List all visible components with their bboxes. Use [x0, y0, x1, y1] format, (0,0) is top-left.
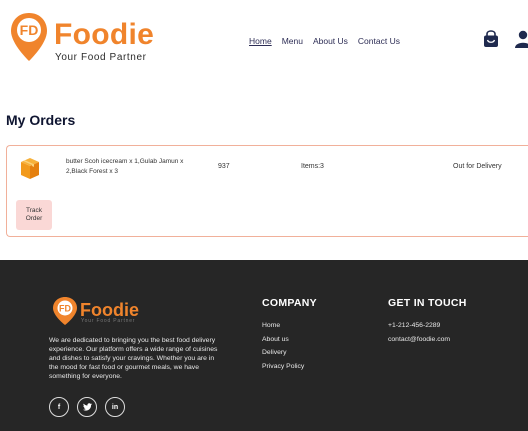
footer-company-links: Home About us Delivery Privacy Policy	[262, 319, 304, 373]
location-pin-logo-icon: FD	[11, 13, 47, 61]
facebook-icon[interactable]: f	[49, 397, 69, 417]
footer-phone[interactable]: +1-212-456-2289	[388, 319, 450, 333]
order-item-count: Items:3	[301, 163, 324, 170]
location-pin-logo-icon: FD	[53, 297, 77, 325]
order-status: Out for Delivery	[453, 163, 502, 170]
brand-logo[interactable]: FD Foodie Your Food Partner	[8, 10, 155, 70]
svg-text:FD: FD	[20, 22, 39, 38]
footer-link-delivery[interactable]: Delivery	[262, 346, 304, 360]
twitter-bird-icon	[82, 403, 92, 411]
site-header: FD Foodie Your Food Partner Home Menu Ab…	[0, 0, 528, 80]
order-items: butter Scoh icecream x 1,Gulab Jamun x 2…	[66, 158, 184, 175]
nav-about-us[interactable]: About Us	[313, 36, 348, 46]
order-total: 937	[218, 163, 230, 170]
footer-link-about-us[interactable]: About us	[262, 333, 304, 347]
footer-link-privacy-policy[interactable]: Privacy Policy	[262, 360, 304, 374]
page-title: My Orders	[6, 112, 76, 128]
brand-name: Foodie	[54, 18, 155, 51]
footer-email[interactable]: contact@foodie.com	[388, 333, 450, 347]
brand-tagline: Your Food Partner	[55, 52, 147, 63]
order-card: butter Scoh icecream x 1,Gulab Jamun x 2…	[6, 145, 528, 237]
footer-contact-info: +1-212-456-2289 contact@foodie.com	[388, 319, 450, 346]
user-icon[interactable]	[515, 30, 528, 48]
package-box-icon	[21, 158, 39, 179]
nav-menu[interactable]: Menu	[282, 36, 303, 46]
footer-link-home[interactable]: Home	[262, 319, 304, 333]
main-nav: Home Menu About Us Contact Us	[249, 36, 400, 46]
site-footer: FD Foodie Your Food Partner We are dedic…	[0, 260, 528, 431]
footer-contact-title: GET IN TOUCH	[388, 297, 467, 309]
footer-brand-tagline: Your Food Partner	[81, 318, 136, 324]
footer-about-text: We are dedicated to bringing you the bes…	[49, 337, 218, 380]
nav-contact-us[interactable]: Contact Us	[358, 36, 400, 46]
footer-brand-logo[interactable]: FD Foodie Your Food Partner	[52, 296, 152, 326]
svg-text:FD: FD	[59, 304, 71, 314]
footer-company-title: COMPANY	[262, 297, 317, 309]
nav-home[interactable]: Home	[249, 36, 272, 46]
shopping-bag-icon[interactable]	[483, 30, 499, 48]
social-links: f in	[49, 397, 125, 417]
linkedin-icon[interactable]: in	[105, 397, 125, 417]
track-order-button[interactable]: Track Order	[16, 200, 52, 230]
twitter-icon[interactable]	[77, 397, 97, 417]
